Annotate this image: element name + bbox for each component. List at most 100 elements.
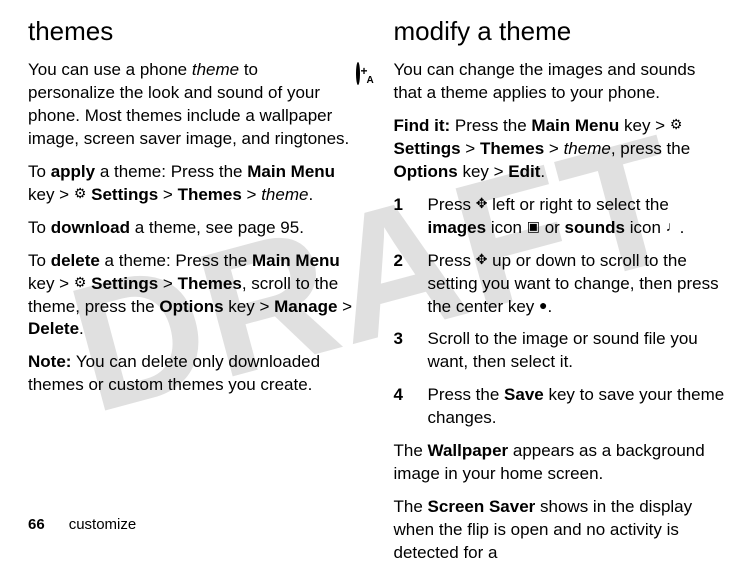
edit-label: Edit — [508, 162, 540, 181]
nav-key-icon: ✥ — [476, 254, 488, 268]
page-content: themes You can use a phone theme to pers… — [0, 0, 753, 500]
text: a theme, see page 95. — [130, 218, 304, 237]
text: icon — [486, 218, 527, 237]
text: > — [242, 185, 261, 204]
main-menu-key: Main Menu — [252, 251, 340, 270]
text: left or right to select the — [487, 195, 668, 214]
text: key > — [224, 297, 275, 316]
text: Press — [428, 195, 476, 214]
settings-label: Settings — [394, 139, 461, 158]
theme-word: theme — [192, 60, 239, 79]
text: key > — [28, 274, 74, 293]
step-4: 4 Press the Save key to save your theme … — [394, 384, 726, 430]
text: a theme: Press the — [100, 251, 252, 270]
sound-icon: ♩ — [666, 221, 680, 235]
text: , press the — [611, 139, 690, 158]
step-number: 4 — [394, 384, 428, 430]
apply-theme-para: To apply a theme: Press the Main Menu ke… — [28, 161, 360, 207]
delete-word: delete — [51, 251, 100, 270]
text: You can delete only downloaded themes or… — [28, 352, 320, 394]
modify-heading: modify a theme — [394, 14, 726, 49]
text: . — [308, 185, 313, 204]
themes-label: Themes — [178, 274, 242, 293]
delete-label: Delete — [28, 319, 79, 338]
text: > — [337, 297, 352, 316]
step-body: Press ✥ left or right to select the imag… — [428, 194, 726, 240]
sounds-word: sounds — [565, 218, 625, 237]
nav-key-icon: ✥ — [476, 198, 488, 212]
step-body: Scroll to the image or sound file you wa… — [428, 328, 726, 374]
text: > — [158, 274, 177, 293]
main-menu-key: Main Menu — [531, 116, 619, 135]
images-word: images — [428, 218, 487, 237]
text: key > — [458, 162, 509, 181]
text: > — [461, 139, 480, 158]
screen-saver-label: Screen Saver — [428, 497, 536, 516]
find-it-label: Find it: — [394, 116, 451, 135]
text: Press the — [450, 116, 531, 135]
step-number: 2 — [394, 250, 428, 319]
text: To — [28, 162, 51, 181]
page-number: 66 — [28, 516, 45, 533]
steps-list: 1 Press ✥ left or right to select the im… — [394, 194, 726, 430]
wallpaper-label: Wallpaper — [428, 441, 509, 460]
settings-label: Settings — [91, 185, 158, 204]
screensaver-para: The Screen Saver shows in the display wh… — [394, 496, 726, 565]
text: key > — [28, 185, 74, 204]
download-word: download — [51, 218, 130, 237]
text: a theme: Press the — [95, 162, 247, 181]
text: or — [540, 218, 565, 237]
apply-word: apply — [51, 162, 95, 181]
text: The — [394, 441, 428, 460]
settings-icon: ⚙ — [74, 188, 87, 202]
text: . — [680, 218, 685, 237]
settings-label: Settings — [91, 274, 158, 293]
right-column: modify a theme You can change the images… — [394, 14, 726, 500]
step-number: 3 — [394, 328, 428, 374]
download-theme-para: To download a theme, see page 95. — [28, 217, 360, 240]
text: To — [28, 251, 51, 270]
text: key > — [619, 116, 670, 135]
note-label: Note: — [28, 352, 71, 371]
text: To — [28, 218, 51, 237]
left-column: themes You can use a phone theme to pers… — [28, 14, 360, 500]
find-it-para: Find it: Press the Main Menu key > ⚙ Set… — [394, 115, 726, 184]
note-para: Note: You can delete only downloaded the… — [28, 351, 360, 397]
text: icon — [625, 218, 666, 237]
text: . — [79, 319, 84, 338]
themes-heading: themes — [28, 14, 360, 49]
text: > — [158, 185, 177, 204]
ringer-profile-icon — [356, 63, 360, 86]
step-number: 1 — [394, 194, 428, 240]
step-body: Press the Save key to save your theme ch… — [428, 384, 726, 430]
step-3: 3 Scroll to the image or sound file you … — [394, 328, 726, 374]
settings-icon: ⚙ — [74, 277, 87, 291]
save-key: Save — [504, 385, 544, 404]
manage-label: Manage — [274, 297, 337, 316]
options-key: Options — [159, 297, 223, 316]
settings-icon: ⚙ — [670, 119, 683, 133]
options-key: Options — [394, 162, 458, 181]
text: . — [547, 297, 552, 316]
theme-word: theme — [564, 139, 611, 158]
step-body: Press ✥ up or down to scroll to the sett… — [428, 250, 726, 319]
step-1: 1 Press ✥ left or right to select the im… — [394, 194, 726, 240]
text: The — [394, 497, 428, 516]
main-menu-key: Main Menu — [247, 162, 335, 181]
theme-word: theme — [261, 185, 308, 204]
section-name: customize — [69, 516, 137, 533]
page-footer: 66 customize — [28, 516, 136, 533]
text: . — [540, 162, 545, 181]
step-2: 2 Press ✥ up or down to scroll to the se… — [394, 250, 726, 319]
themes-label: Themes — [480, 139, 544, 158]
themes-label: Themes — [178, 185, 242, 204]
image-icon: ▣ — [527, 221, 540, 235]
wallpaper-para: The Wallpaper appears as a background im… — [394, 440, 726, 486]
text: Press the — [428, 385, 505, 404]
delete-theme-para: To delete a theme: Press the Main Menu k… — [28, 250, 360, 342]
text: > — [544, 139, 563, 158]
text: Press — [428, 251, 476, 270]
themes-intro: You can use a phone theme to personalize… — [28, 59, 360, 151]
text: You can use a phone — [28, 60, 192, 79]
modify-intro: You can change the images and sounds tha… — [394, 59, 726, 105]
